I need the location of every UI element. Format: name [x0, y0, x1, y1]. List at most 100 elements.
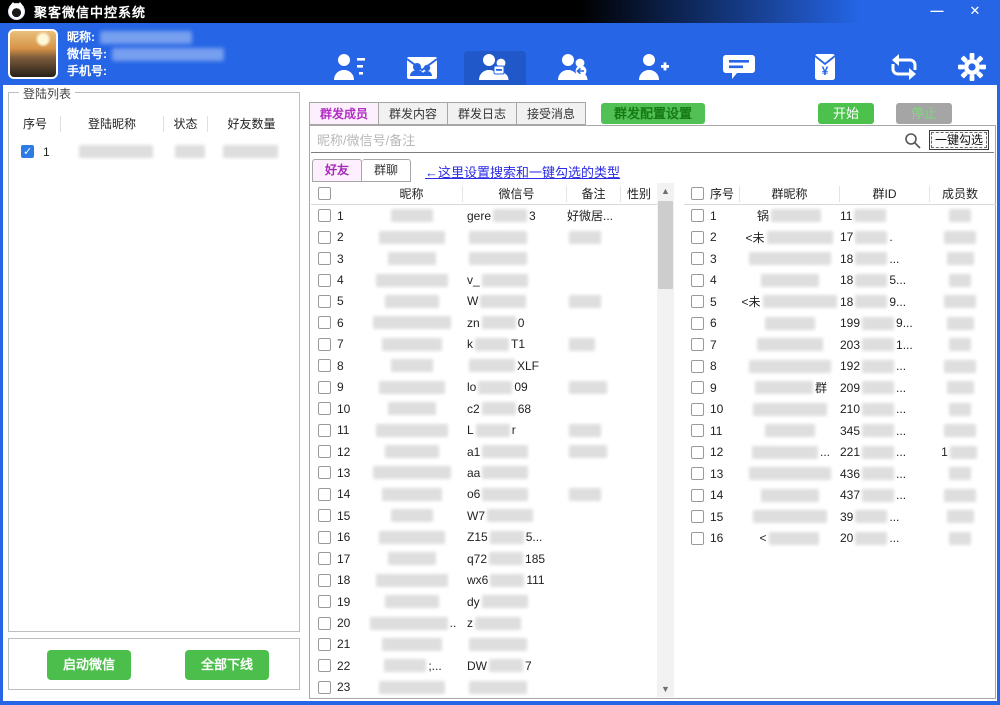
table-row[interactable]: 8192... — [684, 356, 996, 378]
close-button[interactable]: ✕ — [958, 0, 992, 23]
row-checkbox[interactable] — [318, 231, 331, 244]
row-checkbox[interactable] — [318, 424, 331, 437]
table-row[interactable]: 14o6 — [311, 484, 657, 505]
row-checkbox[interactable] — [318, 295, 331, 308]
mass-config-button[interactable]: 群发配置设置 — [601, 103, 705, 124]
scroll-up-icon[interactable]: ▲ — [657, 183, 674, 199]
row-checkbox[interactable] — [691, 317, 704, 330]
row-checkbox[interactable] — [691, 295, 704, 308]
row-checkbox[interactable] — [691, 338, 704, 351]
minimize-button[interactable]: — — [920, 0, 954, 23]
stop-button[interactable]: 停止 — [896, 103, 952, 124]
login-row-checkbox[interactable] — [21, 145, 34, 158]
search-input[interactable] — [311, 133, 904, 148]
friends-select-all-checkbox[interactable] — [318, 187, 331, 200]
row-checkbox[interactable] — [318, 552, 331, 565]
table-row[interactable]: 8XLF — [311, 355, 657, 376]
table-row[interactable]: 6zn0 — [311, 312, 657, 333]
row-checkbox[interactable] — [318, 381, 331, 394]
row-checkbox[interactable] — [691, 252, 704, 265]
scroll-down-icon[interactable]: ▼ — [657, 681, 674, 697]
table-row[interactable]: 5W — [311, 291, 657, 312]
table-row[interactable]: 11345... — [684, 420, 996, 442]
table-row[interactable]: 22;...DW7 — [311, 655, 657, 676]
table-row[interactable]: 2 — [311, 226, 657, 247]
row-checkbox[interactable] — [318, 274, 331, 287]
tab-mass-log[interactable]: 群发日志 — [448, 102, 517, 125]
row-checkbox[interactable] — [318, 209, 331, 222]
table-row[interactable]: 10210... — [684, 399, 996, 421]
row-checkbox[interactable] — [318, 681, 331, 694]
friends-table-scrollbar[interactable]: ▲ ▼ — [657, 183, 674, 697]
row-checkbox[interactable] — [318, 659, 331, 672]
tab-mass-content[interactable]: 群发内容 — [379, 102, 448, 125]
table-row[interactable]: 14437... — [684, 485, 996, 507]
table-row[interactable]: 16<20... — [684, 528, 996, 550]
login-table-row[interactable]: 1 — [13, 141, 295, 162]
table-row[interactable]: 1锅11 — [684, 205, 996, 227]
row-checkbox[interactable] — [318, 402, 331, 415]
row-checkbox[interactable] — [691, 274, 704, 287]
table-row[interactable]: 2<未17. — [684, 227, 996, 249]
row-checkbox[interactable] — [691, 446, 704, 459]
all-offline-button[interactable]: 全部下线 — [185, 650, 269, 680]
table-row[interactable]: 1539... — [684, 506, 996, 528]
table-row[interactable]: 318... — [684, 248, 996, 270]
row-checkbox[interactable] — [318, 488, 331, 501]
table-row[interactable]: 17q72185 — [311, 548, 657, 569]
tab-receive-messages[interactable]: 接受消息 — [517, 102, 586, 125]
table-row[interactable]: 3 — [311, 248, 657, 269]
start-wechat-button[interactable]: 启动微信 — [47, 650, 131, 680]
start-button[interactable]: 开始 — [818, 103, 874, 124]
row-checkbox[interactable] — [318, 466, 331, 479]
row-checkbox[interactable] — [318, 531, 331, 544]
table-row[interactable]: 18wx6111 — [311, 569, 657, 590]
row-checkbox[interactable] — [318, 617, 331, 630]
one-click-check-button[interactable]: 一键勾选 — [929, 130, 989, 150]
table-row[interactable]: 4185... — [684, 270, 996, 292]
table-row[interactable]: 10c268 — [311, 398, 657, 419]
row-checkbox[interactable] — [318, 595, 331, 608]
table-row[interactable]: 19dy — [311, 591, 657, 612]
row-checkbox[interactable] — [318, 445, 331, 458]
table-row[interactable]: 9lo09 — [311, 377, 657, 398]
row-checkbox[interactable] — [691, 403, 704, 416]
row-checkbox[interactable] — [318, 252, 331, 265]
row-checkbox[interactable] — [691, 532, 704, 545]
row-checkbox[interactable] — [691, 489, 704, 502]
type-hint-link[interactable]: ←这里设置搜索和一键勾选的类型 — [425, 162, 620, 181]
row-checkbox[interactable] — [691, 209, 704, 222]
table-row[interactable]: 61999... — [684, 313, 996, 335]
row-checkbox[interactable] — [318, 638, 331, 651]
table-row[interactable]: 15W7 — [311, 505, 657, 526]
scrollbar-thumb[interactable] — [658, 201, 673, 289]
table-row[interactable]: 1gere3好微居... — [311, 205, 657, 226]
table-row[interactable]: 16Z155... — [311, 527, 657, 548]
table-row[interactable]: 12...221...1 — [684, 442, 996, 464]
groups-select-all-checkbox[interactable] — [691, 187, 704, 200]
table-row[interactable]: 13aa — [311, 462, 657, 483]
table-row[interactable]: 9群209... — [684, 377, 996, 399]
row-checkbox[interactable] — [691, 467, 704, 480]
row-checkbox[interactable] — [691, 360, 704, 373]
row-checkbox[interactable] — [318, 316, 331, 329]
row-checkbox[interactable] — [318, 509, 331, 522]
row-checkbox[interactable] — [691, 231, 704, 244]
row-checkbox[interactable] — [318, 574, 331, 587]
table-row[interactable]: 23 — [311, 677, 657, 697]
table-row[interactable]: 13436... — [684, 463, 996, 485]
table-row[interactable]: 12a1 — [311, 441, 657, 462]
tab-friends[interactable]: 好友 — [312, 159, 362, 182]
row-checkbox[interactable] — [691, 424, 704, 437]
tab-mass-members[interactable]: 群发成员 — [309, 102, 379, 125]
table-row[interactable]: 20..z — [311, 612, 657, 633]
table-row[interactable]: 4v_ — [311, 269, 657, 290]
table-row[interactable]: 21 — [311, 634, 657, 655]
table-row[interactable]: 72031... — [684, 334, 996, 356]
table-row[interactable]: 7kT1 — [311, 334, 657, 355]
tab-group-chats[interactable]: 群聊 — [362, 159, 411, 182]
row-checkbox[interactable] — [691, 381, 704, 394]
table-row[interactable]: 11Lr — [311, 419, 657, 440]
table-row[interactable]: 5<未189... — [684, 291, 996, 313]
row-checkbox[interactable] — [318, 338, 331, 351]
